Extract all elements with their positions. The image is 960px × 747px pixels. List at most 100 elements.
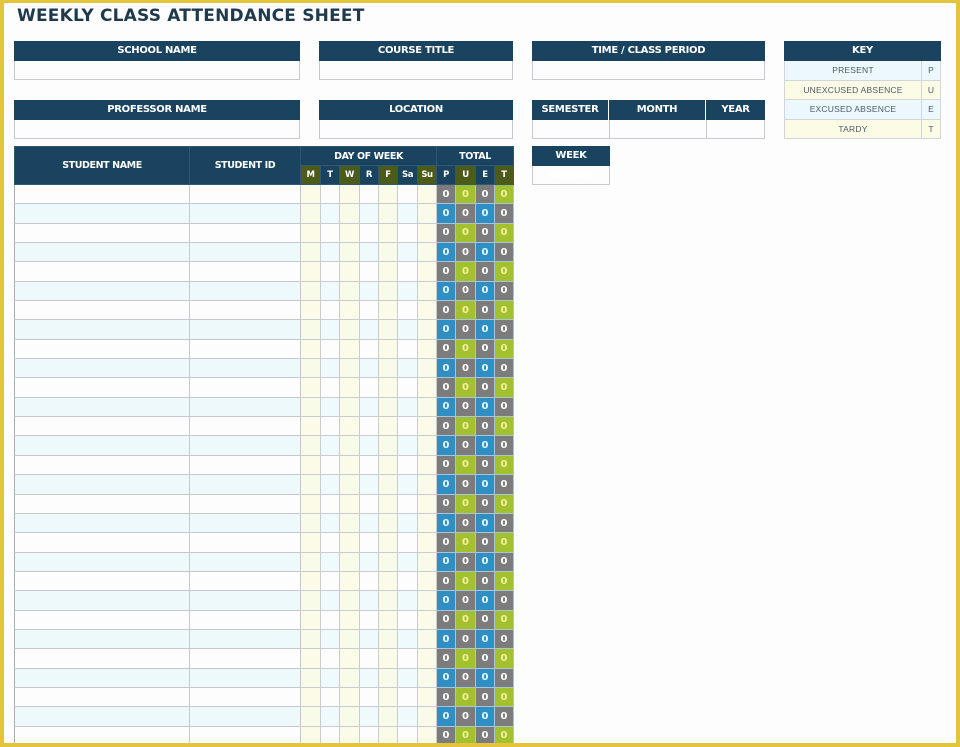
attendance-cell-m[interactable] (300, 280, 321, 302)
attendance-cell-m[interactable] (300, 358, 321, 379)
attendance-cell-sa[interactable] (397, 512, 418, 534)
attendance-cell-m[interactable] (300, 454, 321, 476)
attendance-cell-t[interactable] (320, 416, 340, 437)
attendance-cell-r[interactable] (359, 242, 379, 263)
location-field[interactable] (319, 120, 513, 139)
attendance-cell-su[interactable] (417, 183, 437, 205)
student-id-cell[interactable] (189, 609, 301, 630)
attendance-cell-t[interactable] (320, 183, 340, 205)
attendance-cell-m[interactable] (300, 648, 321, 669)
student-id-cell[interactable] (189, 493, 301, 514)
student-id-cell[interactable] (189, 648, 301, 669)
attendance-cell-f[interactable] (378, 435, 398, 456)
attendance-cell-t[interactable] (320, 377, 340, 398)
attendance-cell-su[interactable] (417, 377, 437, 398)
attendance-cell-f[interactable] (378, 590, 398, 611)
attendance-cell-t[interactable] (320, 667, 340, 688)
student-name-cell[interactable] (14, 628, 190, 650)
student-name-cell[interactable] (14, 242, 190, 263)
student-name-cell[interactable] (14, 667, 190, 688)
attendance-cell-su[interactable] (417, 319, 437, 340)
attendance-cell-r[interactable] (359, 706, 379, 727)
attendance-cell-t[interactable] (320, 261, 340, 282)
attendance-cell-w[interactable] (339, 590, 360, 611)
professor-name-field[interactable] (14, 120, 300, 139)
attendance-cell-su[interactable] (417, 648, 437, 669)
attendance-cell-t[interactable] (320, 725, 340, 746)
attendance-cell-t[interactable] (320, 532, 340, 553)
student-name-cell[interactable] (14, 532, 190, 553)
attendance-cell-f[interactable] (378, 222, 398, 244)
attendance-cell-r[interactable] (359, 203, 379, 224)
attendance-cell-sa[interactable] (397, 454, 418, 476)
attendance-cell-m[interactable] (300, 338, 321, 360)
attendance-cell-r[interactable] (359, 222, 379, 244)
attendance-cell-sa[interactable] (397, 416, 418, 437)
attendance-cell-su[interactable] (417, 532, 437, 553)
attendance-cell-w[interactable] (339, 319, 360, 340)
attendance-cell-su[interactable] (417, 338, 437, 360)
student-id-cell[interactable] (189, 474, 301, 495)
attendance-cell-su[interactable] (417, 300, 437, 321)
attendance-cell-f[interactable] (378, 648, 398, 669)
attendance-cell-f[interactable] (378, 686, 398, 708)
student-name-cell[interactable] (14, 493, 190, 514)
student-name-cell[interactable] (14, 648, 190, 669)
attendance-cell-sa[interactable] (397, 551, 418, 572)
attendance-cell-su[interactable] (417, 358, 437, 379)
attendance-cell-sa[interactable] (397, 435, 418, 456)
attendance-cell-r[interactable] (359, 300, 379, 321)
attendance-cell-t[interactable] (320, 493, 340, 514)
attendance-cell-w[interactable] (339, 183, 360, 205)
student-id-cell[interactable] (189, 396, 301, 418)
attendance-cell-r[interactable] (359, 183, 379, 205)
student-name-cell[interactable] (14, 183, 190, 205)
attendance-cell-f[interactable] (378, 242, 398, 263)
student-name-cell[interactable] (14, 609, 190, 630)
attendance-cell-su[interactable] (417, 667, 437, 688)
attendance-cell-m[interactable] (300, 551, 321, 572)
attendance-cell-su[interactable] (417, 396, 437, 418)
attendance-cell-f[interactable] (378, 183, 398, 205)
attendance-cell-su[interactable] (417, 628, 437, 650)
student-name-cell[interactable] (14, 280, 190, 302)
student-id-cell[interactable] (189, 551, 301, 572)
attendance-cell-t[interactable] (320, 686, 340, 708)
attendance-cell-su[interactable] (417, 416, 437, 437)
attendance-cell-su[interactable] (417, 203, 437, 224)
attendance-cell-m[interactable] (300, 300, 321, 321)
attendance-cell-t[interactable] (320, 203, 340, 224)
attendance-cell-t[interactable] (320, 396, 340, 418)
student-id-cell[interactable] (189, 203, 301, 224)
attendance-cell-w[interactable] (339, 686, 360, 708)
student-name-cell[interactable] (14, 396, 190, 418)
attendance-cell-f[interactable] (378, 474, 398, 495)
student-name-cell[interactable] (14, 358, 190, 379)
attendance-cell-m[interactable] (300, 493, 321, 514)
student-name-cell[interactable] (14, 725, 190, 746)
attendance-cell-f[interactable] (378, 706, 398, 727)
attendance-cell-m[interactable] (300, 203, 321, 224)
attendance-cell-m[interactable] (300, 706, 321, 727)
student-name-cell[interactable] (14, 416, 190, 437)
attendance-cell-su[interactable] (417, 706, 437, 727)
attendance-cell-f[interactable] (378, 725, 398, 746)
student-id-cell[interactable] (189, 280, 301, 302)
attendance-cell-t[interactable] (320, 300, 340, 321)
attendance-cell-w[interactable] (339, 242, 360, 263)
student-id-cell[interactable] (189, 454, 301, 476)
attendance-cell-sa[interactable] (397, 706, 418, 727)
attendance-cell-w[interactable] (339, 416, 360, 437)
attendance-cell-m[interactable] (300, 261, 321, 282)
attendance-cell-m[interactable] (300, 609, 321, 630)
student-id-cell[interactable] (189, 532, 301, 553)
student-id-cell[interactable] (189, 183, 301, 205)
attendance-cell-t[interactable] (320, 706, 340, 727)
student-name-cell[interactable] (14, 435, 190, 456)
attendance-cell-r[interactable] (359, 590, 379, 611)
student-name-cell[interactable] (14, 474, 190, 495)
attendance-cell-r[interactable] (359, 396, 379, 418)
attendance-cell-su[interactable] (417, 454, 437, 476)
attendance-cell-sa[interactable] (397, 203, 418, 224)
attendance-cell-t[interactable] (320, 319, 340, 340)
